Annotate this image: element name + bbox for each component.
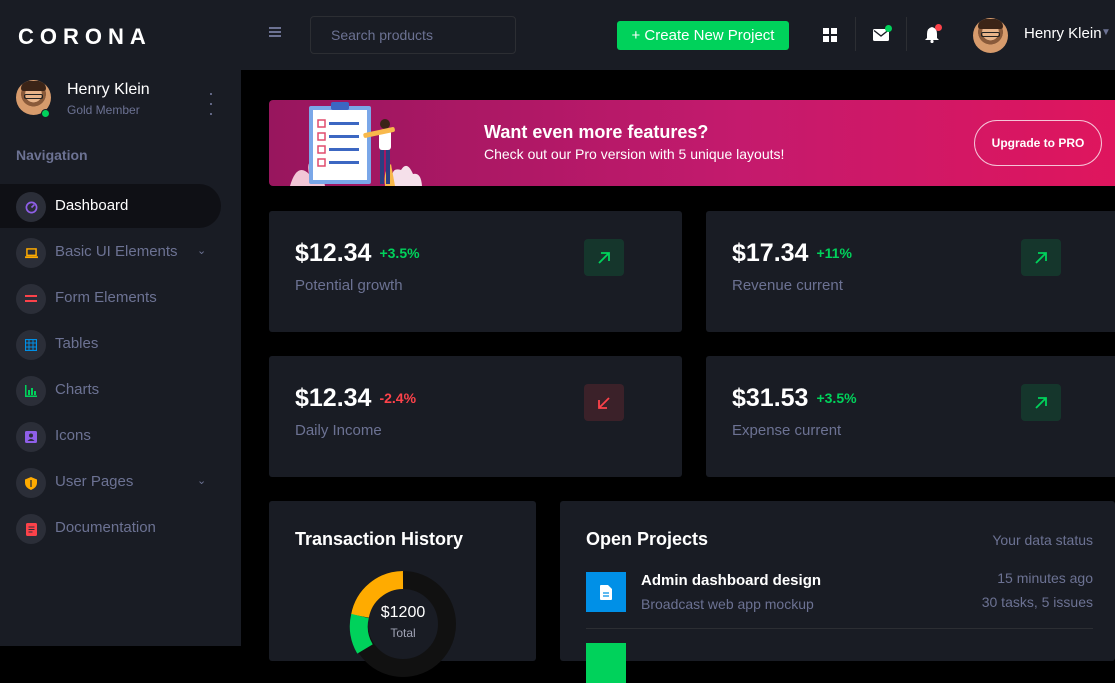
sidebar-item-dashboard[interactable]: Dashboard xyxy=(0,184,221,228)
search-input[interactable] xyxy=(310,16,516,54)
stat-card: $12.34 +3.5% Potential growth xyxy=(269,211,682,332)
stat-card: $12.34 -2.4% Daily Income xyxy=(269,356,682,477)
divider xyxy=(586,628,1093,629)
list-icon xyxy=(16,284,46,314)
sidebar-item-charts[interactable]: Charts xyxy=(0,368,221,412)
open-projects-card: Open Projects Your data status Admin das… xyxy=(560,501,1115,683)
table-icon xyxy=(16,330,46,360)
notification-badge-dot xyxy=(935,24,942,31)
more-vertical-icon[interactable]: · · · xyxy=(207,84,215,122)
file-icon xyxy=(586,572,626,612)
sidebar-item-documentation[interactable]: Documentation xyxy=(0,506,221,550)
sidebar-profile: Henry Klein Gold Member · · · xyxy=(16,80,226,122)
caret-down-icon[interactable]: ▼ xyxy=(1101,27,1111,38)
stat-change: +3.5% xyxy=(816,390,857,406)
stat-change: -2.4% xyxy=(379,390,417,406)
stat-label: Revenue current xyxy=(732,277,843,294)
laptop-icon xyxy=(16,238,46,268)
chevron-down-icon: ⌄ xyxy=(197,245,207,257)
card-title: Transaction History xyxy=(295,529,464,549)
sidebar-item-tables[interactable]: Tables xyxy=(0,322,221,366)
nav-heading: Navigation xyxy=(16,147,88,163)
transaction-donut-chart xyxy=(349,571,456,677)
chart-bar-icon xyxy=(16,376,46,406)
arrow-up-right-icon xyxy=(1021,384,1061,421)
transaction-history-card: Transaction History $1200 Total xyxy=(269,501,536,677)
stat-label: Daily Income xyxy=(295,422,382,439)
brand-logo[interactable]: CORONA xyxy=(18,24,152,50)
sidebar-item-label: Tables xyxy=(55,335,99,352)
sidebar-item-label: Documentation xyxy=(55,519,156,536)
menu-icon[interactable] xyxy=(269,27,281,37)
speedometer-icon xyxy=(16,192,46,222)
arrow-up-right-icon xyxy=(1021,239,1061,276)
stat-value: $17.34 +11% xyxy=(732,239,852,267)
banner-subtitle: Check out our Pro version with 5 unique … xyxy=(484,146,785,162)
online-status-dot xyxy=(41,109,50,118)
stat-card: $17.34 +11% Revenue current xyxy=(706,211,1115,332)
project-time: 15 minutes ago xyxy=(997,570,1093,586)
sidebar-item-label: Dashboard xyxy=(55,197,129,214)
stat-card: $31.53 +3.5% Expense current xyxy=(706,356,1115,477)
shield-icon xyxy=(16,468,46,498)
project-stats: 30 tasks, 5 issues xyxy=(981,594,1093,610)
arrow-up-right-icon xyxy=(584,239,624,276)
sidebar-item-label: User Pages xyxy=(55,473,134,490)
donut-total-label: Total xyxy=(390,626,416,640)
divider xyxy=(855,17,856,51)
project-name[interactable]: Admin dashboard design xyxy=(641,572,821,589)
sidebar-item-icons[interactable]: Icons xyxy=(0,414,221,458)
banner-title: Want even more features? xyxy=(484,122,709,142)
card-title: Open Projects xyxy=(586,529,709,549)
upgrade-button[interactable]: Upgrade to PRO xyxy=(974,120,1102,166)
stat-value: $12.34 +3.5% xyxy=(295,239,420,267)
file-document-icon xyxy=(16,514,46,544)
divider xyxy=(906,17,907,51)
stat-change: +3.5% xyxy=(379,245,420,261)
sidebar-item-label: Icons xyxy=(55,427,91,444)
clipboard-illustration-icon xyxy=(290,102,422,186)
sidebar-item-user-pages[interactable]: User Pages ⌄ xyxy=(0,460,221,504)
sidebar-item-label: Form Elements xyxy=(55,289,157,306)
stat-label: Potential growth xyxy=(295,277,403,294)
sidebar-item-form-elements[interactable]: Form Elements xyxy=(0,276,221,320)
stat-change: +11% xyxy=(816,245,852,261)
donut-total-value: $1200 xyxy=(380,604,426,621)
create-project-button[interactable]: + Create New Project xyxy=(617,21,789,50)
mail-badge-dot xyxy=(885,25,892,32)
sidebar-item-label: Basic UI Elements xyxy=(55,243,178,260)
project-icon xyxy=(586,643,626,683)
grid-icon[interactable] xyxy=(817,22,843,48)
topbar: + Create New Project Henry Klein ▼ xyxy=(241,0,1115,70)
sidebar-item-basic-ui[interactable]: Basic UI Elements ⌄ xyxy=(0,230,221,274)
sidebar: CORONA Henry Klein Gold Member · · · Navig… xyxy=(0,0,241,646)
stat-value: $31.53 +3.5% xyxy=(732,384,857,412)
contacts-icon xyxy=(16,422,46,452)
arrow-down-left-icon xyxy=(584,384,624,421)
project-description: Broadcast web app mockup xyxy=(641,596,814,612)
user-name[interactable]: Henry Klein xyxy=(1024,25,1102,42)
avatar[interactable] xyxy=(973,18,1008,53)
stat-value: $12.34 -2.4% xyxy=(295,384,417,412)
promo-banner: Want even more features? Check out our P… xyxy=(269,100,1115,186)
stat-label: Expense current xyxy=(732,422,842,439)
profile-name: Henry Klein xyxy=(67,81,150,98)
sidebar-item-label: Charts xyxy=(55,381,100,398)
chevron-down-icon: ⌄ xyxy=(197,475,207,487)
data-status-label: Your data status xyxy=(992,532,1093,548)
profile-role: Gold Member xyxy=(67,103,140,117)
